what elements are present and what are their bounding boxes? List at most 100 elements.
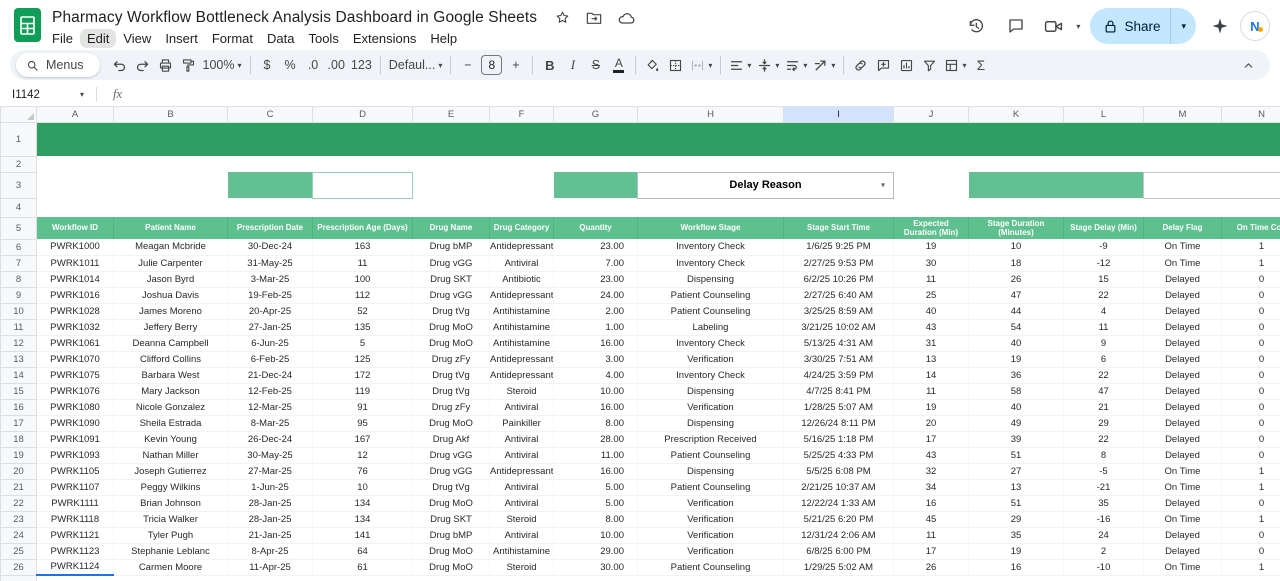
cell[interactable]: 26 — [969, 271, 1064, 287]
cell[interactable]: 10 — [969, 239, 1064, 255]
cell[interactable]: 0 — [1222, 447, 1280, 463]
cell[interactable]: PWRK1080 — [37, 399, 114, 415]
cell[interactable]: 27-Jan-25 — [228, 319, 313, 335]
table-column-header[interactable]: Quantity — [554, 217, 638, 239]
cell[interactable]: Verification — [638, 351, 784, 367]
cell[interactable]: 51 — [969, 495, 1064, 511]
cell[interactable]: 3-Mar-25 — [228, 271, 313, 287]
cell[interactable]: On Time — [1144, 463, 1222, 479]
cell[interactable]: Antihistamine — [490, 335, 554, 351]
strikethrough-button[interactable]: S — [584, 53, 607, 77]
column-header-G[interactable]: G — [554, 107, 638, 122]
cell[interactable]: Tyler Pugh — [114, 527, 228, 543]
cell[interactable]: 11 — [894, 527, 969, 543]
cell[interactable]: 64 — [313, 543, 413, 559]
increase-decimal-button[interactable]: .00 — [325, 53, 348, 77]
account-avatar[interactable]: N — [1240, 11, 1270, 41]
cell[interactable]: 119 — [313, 383, 413, 399]
cell[interactable]: Drug vGG — [413, 255, 490, 271]
cell[interactable]: 1 — [1222, 559, 1280, 575]
cell[interactable]: Antiviral — [490, 447, 554, 463]
cell[interactable]: 31-May-25 — [228, 255, 313, 271]
cell[interactable]: Verification — [638, 495, 784, 511]
create-filter-button[interactable] — [918, 53, 941, 77]
table-column-header[interactable]: Patient Name — [114, 217, 228, 239]
cell[interactable]: Inventory Check — [638, 255, 784, 271]
cell[interactable]: Drug SKT — [413, 511, 490, 527]
cell[interactable]: Verification — [638, 511, 784, 527]
cell[interactable]: 8 — [1064, 447, 1144, 463]
cell[interactable]: -21 — [1064, 479, 1144, 495]
cell[interactable]: PWRK1091 — [37, 431, 114, 447]
share-caret-icon[interactable]: ▾ — [1171, 21, 1196, 32]
cell[interactable]: 35 — [969, 527, 1064, 543]
cell[interactable]: Antiviral — [490, 479, 554, 495]
cell[interactable] — [37, 172, 114, 198]
cell[interactable]: Patient Counseling — [638, 447, 784, 463]
cell[interactable]: 5/16/25 1:18 PM — [784, 431, 894, 447]
cell[interactable]: 1 — [1222, 255, 1280, 271]
cell[interactable]: 11-Apr-25 — [228, 559, 313, 575]
cell[interactable]: 39 — [969, 431, 1064, 447]
cell[interactable]: Verification — [638, 399, 784, 415]
column-header-M[interactable]: M — [1144, 107, 1222, 122]
cell[interactable]: Drug SKT — [413, 271, 490, 287]
cell[interactable]: 3/25/25 8:59 AM — [784, 303, 894, 319]
table-column-header[interactable]: Prescription Age (Days) — [313, 217, 413, 239]
cell[interactable]: Antidepressant — [490, 367, 554, 383]
cell[interactable]: Drug MoO — [413, 543, 490, 559]
cell[interactable]: 14 — [894, 367, 969, 383]
cell[interactable]: Deanna Campbell — [114, 335, 228, 351]
cell[interactable]: 5/5/25 6:08 PM — [784, 463, 894, 479]
comments-icon[interactable] — [999, 9, 1033, 43]
menu-insert[interactable]: Insert — [158, 29, 205, 48]
cell[interactable]: 9 — [1064, 335, 1144, 351]
cell[interactable]: 0 — [1222, 303, 1280, 319]
cell[interactable]: 29.00 — [554, 543, 638, 559]
vertical-align-button[interactable]: ▾ — [754, 53, 782, 77]
table-column-header[interactable]: Prescription Date — [228, 217, 313, 239]
cell[interactable]: 19 — [894, 239, 969, 255]
table-column-header[interactable]: Expected Duration (Min) — [894, 217, 969, 239]
cell[interactable]: Inventory Check — [638, 367, 784, 383]
cell[interactable]: PWRK1107 — [37, 479, 114, 495]
cell[interactable]: Jason Byrd — [114, 271, 228, 287]
cell[interactable]: 5/25/25 4:33 PM — [784, 447, 894, 463]
cell[interactable]: PWRK1111 — [37, 495, 114, 511]
cell[interactable]: 95 — [313, 415, 413, 431]
cell[interactable]: 6-Jun-25 — [228, 335, 313, 351]
cell[interactable]: Antiviral — [490, 527, 554, 543]
cell[interactable]: Carmen Moore — [114, 559, 228, 575]
cell[interactable]: 4/7/25 8:41 PM — [784, 383, 894, 399]
cell[interactable]: 12 — [313, 447, 413, 463]
cell[interactable]: 11 — [313, 255, 413, 271]
cell[interactable]: 135 — [313, 319, 413, 335]
collapse-toolbar-button[interactable] — [1237, 53, 1260, 77]
cell[interactable]: Drug tVg — [413, 303, 490, 319]
menu-edit[interactable]: Edit — [80, 29, 116, 48]
cell[interactable]: 19-Feb-25 — [228, 287, 313, 303]
cell[interactable]: Delayed — [1144, 527, 1222, 543]
table-column-header[interactable]: On Time Cou — [1222, 217, 1280, 239]
cell[interactable]: James Moreno — [114, 303, 228, 319]
cell[interactable]: 40 — [969, 335, 1064, 351]
cell[interactable]: 1-Jun-25 — [228, 479, 313, 495]
cell[interactable]: Tricia Walker — [114, 511, 228, 527]
column-header-L[interactable]: L — [1064, 107, 1144, 122]
name-box[interactable]: I1142 ▾ — [12, 89, 86, 101]
cell[interactable]: Antidepressant — [490, 287, 554, 303]
cell[interactable]: Patient Counseling — [638, 559, 784, 575]
cell[interactable]: Antiviral — [490, 431, 554, 447]
paint-format-button[interactable] — [177, 53, 200, 77]
empty-row[interactable] — [37, 198, 1280, 217]
cell[interactable]: Painkiller — [490, 415, 554, 431]
cell[interactable]: Delayed — [1144, 399, 1222, 415]
cell[interactable]: 0 — [1222, 495, 1280, 511]
cell[interactable]: Drug tVg — [413, 367, 490, 383]
cell[interactable]: Labeling — [638, 319, 784, 335]
cell[interactable]: Verification — [638, 543, 784, 559]
cell[interactable]: PWRK1014 — [37, 271, 114, 287]
cell[interactable]: 12/22/24 1:33 AM — [784, 495, 894, 511]
cell[interactable]: 7.00 — [554, 255, 638, 271]
cell[interactable]: 4.00 — [554, 367, 638, 383]
